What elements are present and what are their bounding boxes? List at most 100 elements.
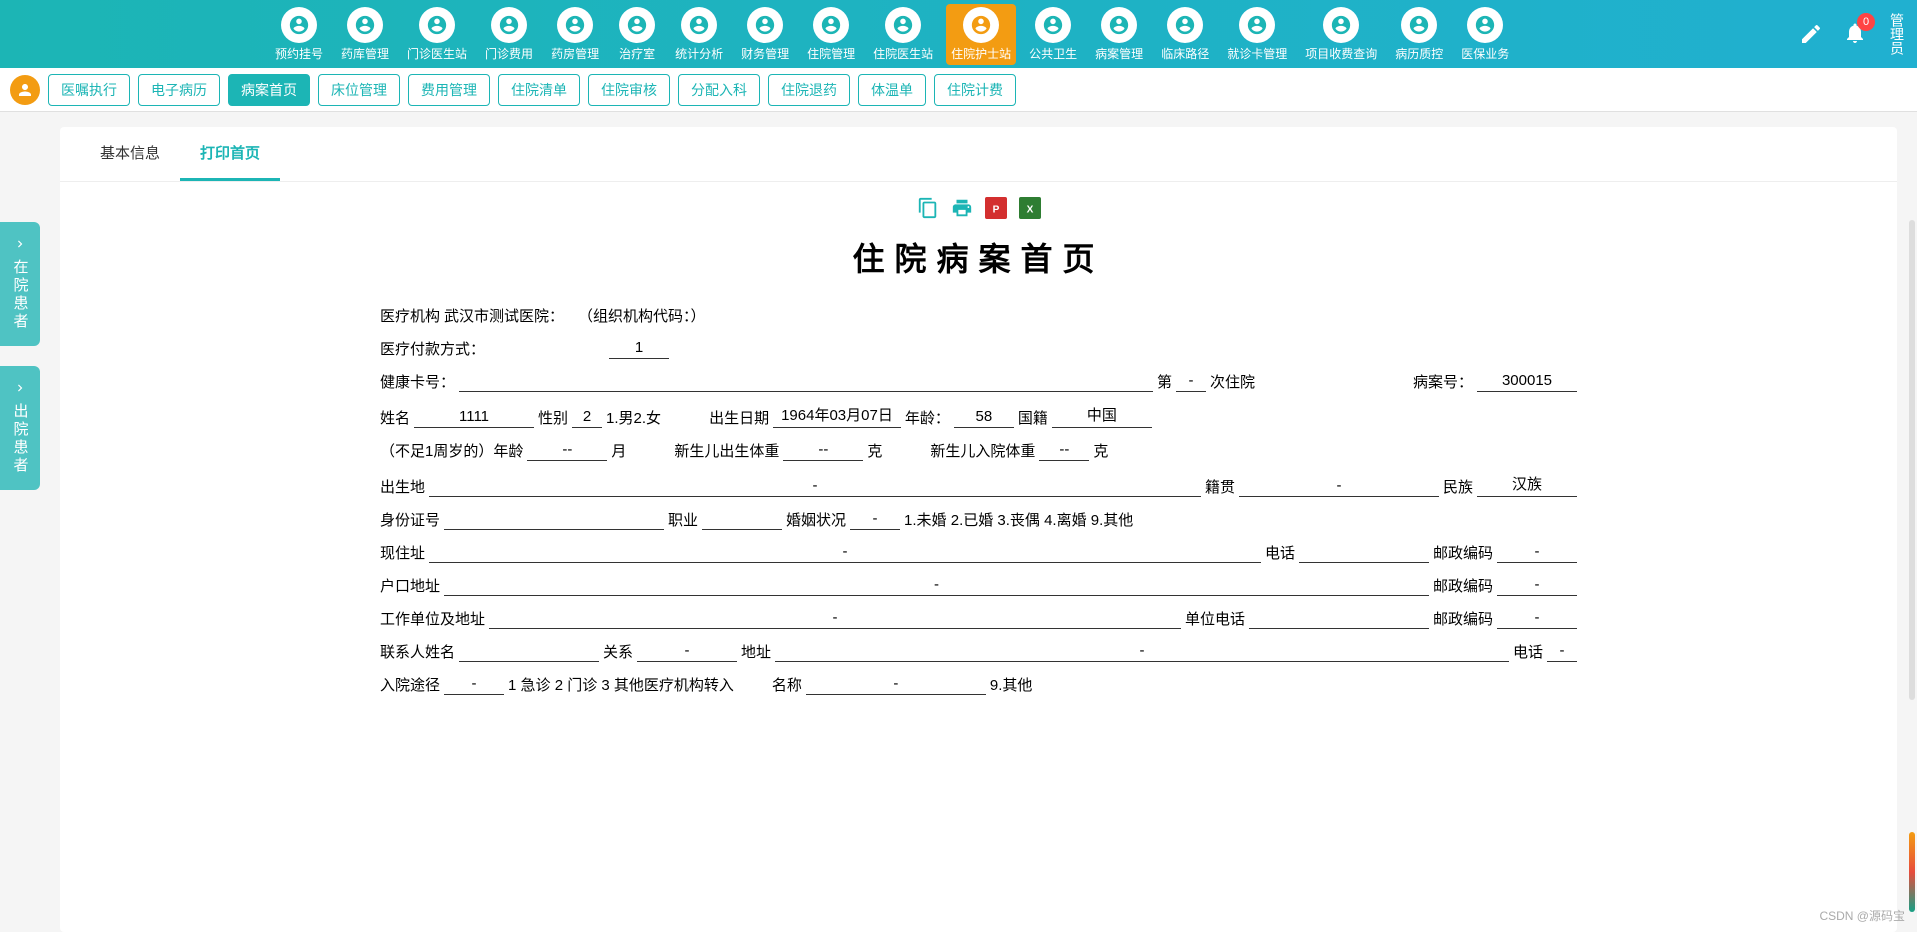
postal-label3: 邮政编码 [1433, 608, 1493, 629]
admission-prefix: 第 [1157, 371, 1172, 392]
sub-btn-4[interactable]: 费用管理 [408, 74, 490, 106]
side-tabs: 在院患者出院患者 [0, 112, 40, 932]
notification-bell[interactable]: 0 [1843, 21, 1867, 48]
pdf-icon[interactable]: P [985, 197, 1007, 219]
sub-btn-6[interactable]: 住院审核 [588, 74, 670, 106]
nav-item-6[interactable]: 统计分析 [670, 4, 728, 65]
workphone-value [1249, 626, 1429, 629]
birthplace-label: 出生地 [380, 476, 425, 497]
nav-label: 治疗室 [619, 45, 655, 62]
name-label: 姓名 [380, 407, 410, 428]
nav-item-10[interactable]: 住院护士站 [946, 4, 1016, 65]
nav-item-1[interactable]: 药库管理 [336, 4, 394, 65]
content-tab-1[interactable]: 打印首页 [180, 127, 280, 181]
workphone-label: 单位电话 [1185, 608, 1245, 629]
admin-label[interactable]: 管理员 [1887, 13, 1907, 55]
native-value: - [1239, 477, 1439, 497]
age-value: 58 [954, 408, 1014, 428]
sub-btn-2[interactable]: 病案首页 [228, 74, 310, 106]
file-icon [1101, 7, 1137, 43]
address-label: 现住址 [380, 542, 425, 563]
doctor-icon [419, 7, 455, 43]
nav-item-8[interactable]: 住院管理 [802, 4, 860, 65]
excel-icon[interactable]: X [1019, 197, 1041, 219]
sub-btn-0[interactable]: 医嘱执行 [48, 74, 130, 106]
admit-route-label: 入院途径 [380, 674, 440, 695]
nav-item-9[interactable]: 住院医生站 [868, 4, 938, 65]
occupation-value [702, 527, 782, 530]
admit-weight-label: 新生儿入院体重 [930, 440, 1035, 461]
yen-icon [491, 7, 527, 43]
postal-value: - [1497, 543, 1577, 563]
nav-label: 临床路径 [1161, 45, 1209, 62]
sub-btn-8[interactable]: 住院退药 [768, 74, 850, 106]
nav-label: 病案管理 [1095, 45, 1143, 62]
work-value: - [489, 609, 1181, 629]
nav-label: 住院管理 [807, 45, 855, 62]
chevron-right-icon [13, 381, 27, 395]
id-value [444, 527, 664, 530]
print-icon[interactable] [951, 197, 973, 219]
nav-item-15[interactable]: 项目收费查询 [1300, 4, 1382, 65]
sub-btn-9[interactable]: 体温单 [858, 74, 926, 106]
search-icon [1323, 7, 1359, 43]
pill-icon [557, 7, 593, 43]
docbed-icon [885, 7, 921, 43]
hukou-value: - [444, 576, 1429, 596]
sub-btn-3[interactable]: 床位管理 [318, 74, 400, 106]
ethnic-label: 民族 [1443, 476, 1473, 497]
quality-icon [1401, 7, 1437, 43]
admit-other: 9.其他 [990, 674, 1033, 695]
nav-item-5[interactable]: 治疗室 [612, 4, 662, 65]
nav-item-14[interactable]: 就诊卡管理 [1222, 4, 1292, 65]
relation-value: - [637, 642, 737, 662]
user-icon[interactable] [10, 75, 40, 105]
payment-label: 医疗付款方式： [380, 338, 485, 359]
chevron-right-icon [13, 237, 27, 251]
contact-value [459, 659, 599, 662]
nav-item-2[interactable]: 门诊医生站 [402, 4, 472, 65]
infant-age-label: （不足1周岁的）年龄 [380, 440, 523, 461]
scrollbar-track [1909, 220, 1915, 700]
healthcard-label: 健康卡号： [380, 371, 455, 392]
sub-btn-7[interactable]: 分配入科 [678, 74, 760, 106]
side-tab-1[interactable]: 出院患者 [0, 366, 40, 490]
native-label: 籍贯 [1205, 476, 1235, 497]
nav-label: 就诊卡管理 [1227, 45, 1287, 62]
top-navigation: 预约挂号药库管理门诊医生站门诊费用药房管理治疗室统计分析财务管理住院管理住院医生… [0, 0, 1917, 68]
occupation-label: 职业 [668, 509, 698, 530]
doc-title: 住院病案首页 [380, 234, 1577, 280]
contact-phone-label: 电话 [1513, 641, 1543, 662]
weight-unit1: 克 [867, 440, 882, 461]
nav-item-7[interactable]: 财务管理 [736, 4, 794, 65]
scrollbar-thumb[interactable] [1909, 832, 1915, 912]
id-label: 身份证号 [380, 509, 440, 530]
nav-item-3[interactable]: 门诊费用 [480, 4, 538, 65]
nationality-value: 中国 [1052, 404, 1152, 428]
sub-btn-5[interactable]: 住院清单 [498, 74, 580, 106]
nav-item-4[interactable]: 药房管理 [546, 4, 604, 65]
nav-item-17[interactable]: 医保业务 [1456, 4, 1514, 65]
birth-weight-label: 新生儿出生体重 [674, 440, 779, 461]
main-area: 在院患者出院患者 基本信息打印首页 P X 住院病案首页 医疗机构 武汉市测试医… [0, 112, 1917, 932]
nav-item-11[interactable]: 公共卫生 [1024, 4, 1082, 65]
nav-item-13[interactable]: 临床路径 [1156, 4, 1214, 65]
side-tab-0[interactable]: 在院患者 [0, 222, 40, 346]
target-icon [1035, 7, 1071, 43]
nav-item-12[interactable]: 病案管理 [1090, 4, 1148, 65]
edit-icon[interactable] [1799, 22, 1823, 46]
contact-addr-label: 地址 [741, 641, 771, 662]
nav-label: 医保业务 [1461, 45, 1509, 62]
nav-label: 病历质控 [1395, 45, 1443, 62]
admit-name-value: - [806, 675, 986, 695]
sub-btn-1[interactable]: 电子病历 [138, 74, 220, 106]
gender-label: 性别 [538, 407, 568, 428]
copy-icon[interactable] [917, 197, 939, 219]
content-tab-0[interactable]: 基本信息 [80, 127, 180, 181]
nationality-label: 国籍 [1018, 407, 1048, 428]
birth-label: 出生日期 [709, 407, 769, 428]
sub-btn-10[interactable]: 住院计费 [934, 74, 1016, 106]
nav-label: 门诊费用 [485, 45, 533, 62]
nav-item-0[interactable]: 预约挂号 [270, 4, 328, 65]
nav-item-16[interactable]: 病历质控 [1390, 4, 1448, 65]
